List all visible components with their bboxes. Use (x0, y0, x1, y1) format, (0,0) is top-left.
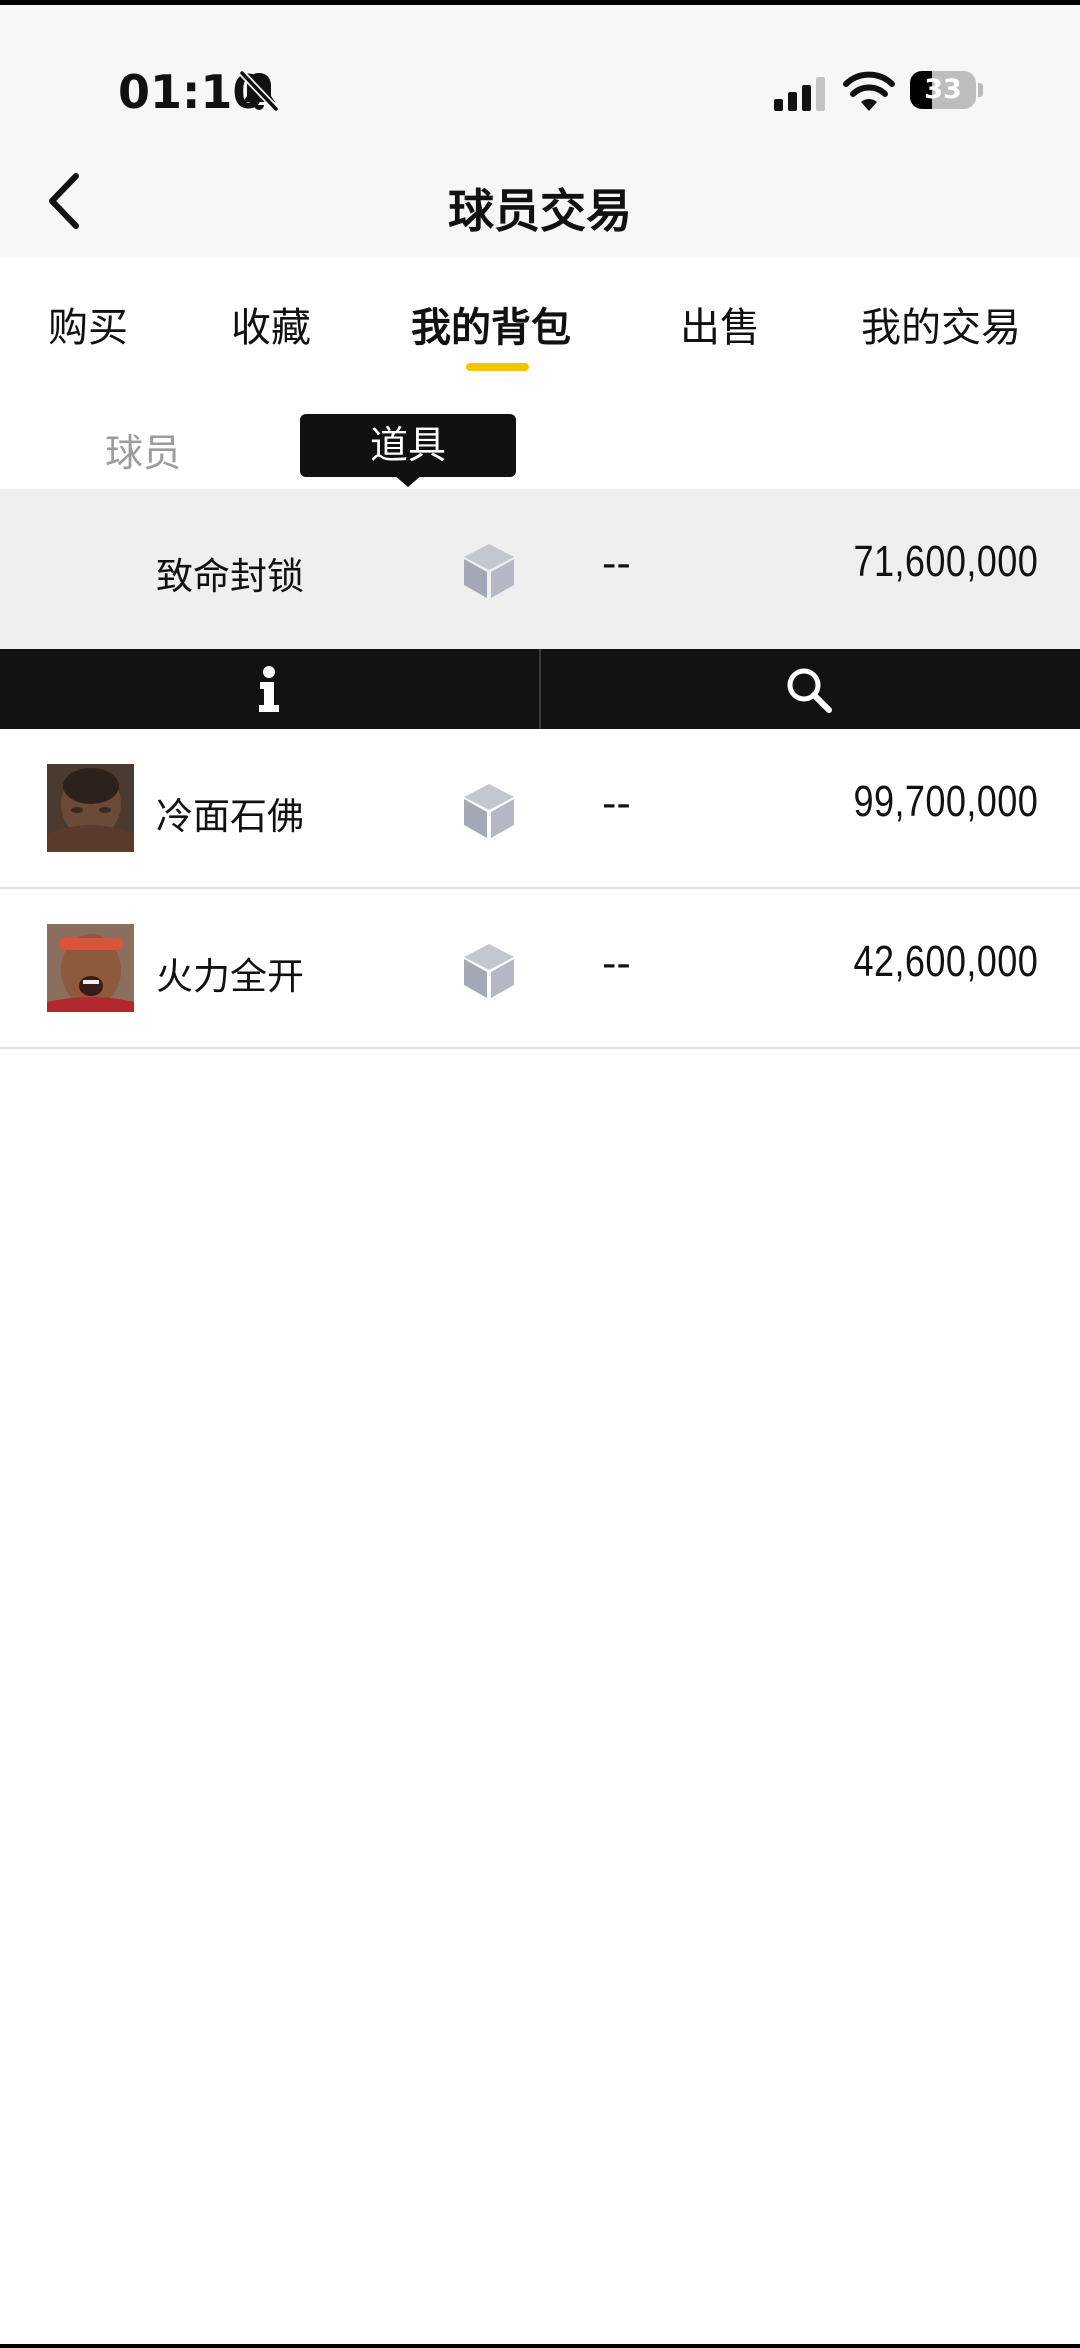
search-button[interactable] (541, 649, 1080, 729)
sub-tabs: 球员 道具 (0, 387, 1080, 489)
subtab-players[interactable]: 球员 (105, 422, 181, 477)
tab-my-backpack[interactable]: 我的背包 (411, 295, 571, 353)
item-price: 42,600,000 (853, 937, 1038, 986)
battery-cap (978, 83, 983, 97)
subtab-pointer (394, 475, 422, 487)
wifi-icon (843, 71, 895, 111)
main-tabs: 购买 收藏 我的背包 出售 我的交易 (0, 257, 1080, 387)
player-avatar (47, 924, 134, 1012)
page-title: 球员交易 (448, 184, 632, 238)
item-action-bar (0, 649, 1080, 729)
cellular-signal-icon (774, 77, 825, 111)
item-price: 71,600,000 (853, 537, 1038, 586)
bell-slash-icon (239, 70, 279, 112)
info-button[interactable] (0, 649, 539, 729)
bottom-border (0, 2344, 1080, 2348)
battery-percent: 33 (924, 74, 962, 105)
item-change: -- (602, 941, 631, 987)
tab-favorites[interactable]: 收藏 (231, 295, 311, 353)
cube-icon (464, 944, 514, 998)
item-change: -- (602, 781, 631, 827)
tab-buy[interactable]: 购买 (48, 295, 128, 353)
info-icon (259, 666, 279, 712)
item-price: 99,700,000 (853, 777, 1038, 826)
subtab-items[interactable]: 道具 (300, 414, 516, 477)
search-icon (787, 668, 832, 713)
top-area: 01:10 33 球员交易 (0, 5, 1080, 257)
item-row[interactable]: 冷面石佛 -- 99,700,000 (0, 729, 1080, 889)
battery-indicator: 33 (910, 71, 983, 109)
tab-sell[interactable]: 出售 (680, 295, 760, 353)
item-row-selected[interactable]: 致命封锁 -- 71,600,000 (0, 489, 1080, 649)
item-name: 致命封锁 (156, 555, 304, 598)
player-avatar (47, 764, 134, 852)
cube-icon (464, 784, 514, 838)
item-name: 火力全开 (156, 955, 304, 998)
battery-body: 33 (910, 71, 976, 109)
item-name: 冷面石佛 (156, 795, 304, 838)
item-change: -- (602, 541, 631, 587)
active-tab-indicator (466, 363, 529, 371)
tab-my-trades[interactable]: 我的交易 (861, 295, 1021, 353)
cube-icon (464, 544, 514, 598)
item-row[interactable]: 火力全开 -- 42,600,000 (0, 889, 1080, 1049)
